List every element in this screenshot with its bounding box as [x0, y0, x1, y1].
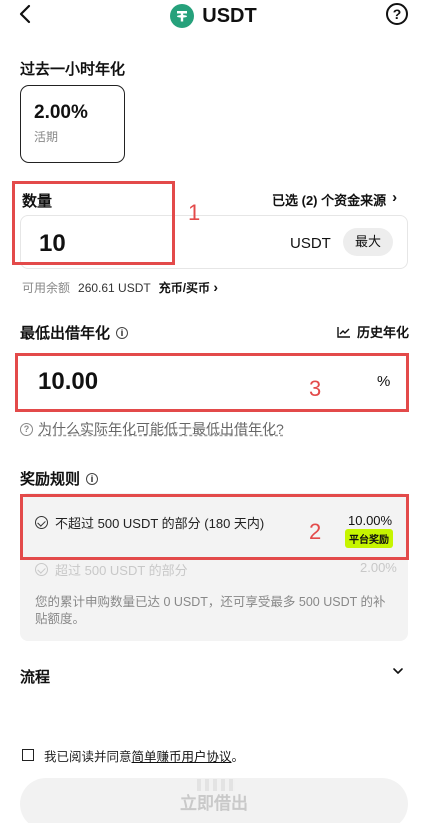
title-wrap: USDT [0, 2, 427, 30]
annotation-box-1 [12, 181, 175, 265]
agreement-link[interactable]: 简单赚币用户协议 [132, 750, 232, 764]
recharge-link[interactable]: 充币/买币 › [159, 279, 218, 296]
blurred-text [197, 779, 235, 791]
lend-now-label: 立即借出 [180, 794, 248, 813]
max-button[interactable]: 最大 [343, 228, 393, 256]
annotation-box-3 [15, 353, 409, 412]
info-icon[interactable]: i [116, 326, 129, 339]
apr-label: 过去一小时年化 [20, 61, 126, 78]
funding-sources-text: 已选 (2) 个资金来源 [272, 193, 387, 208]
balance-value: 260.61 USDT [78, 280, 151, 295]
header: USDT ? [0, 0, 427, 34]
balance-label: 可用余额 [22, 281, 71, 295]
trend-chart-icon [337, 326, 350, 338]
chevron-right-icon: › [392, 189, 398, 206]
apr-card-value: 2.00% [34, 102, 88, 123]
agreement-suffix: 。 [231, 750, 245, 764]
annotation-box-2 [20, 494, 409, 560]
check-circle-icon [35, 563, 48, 576]
why-rate-link[interactable]: ? 为什么实际年化可能低于最低出借年化? [20, 419, 284, 439]
agreement-text: 我已阅读并同意简单赚币用户协议。 [44, 746, 244, 765]
min-rate-label-row: 最低出借年化 i [20, 322, 129, 343]
history-rate-link[interactable]: 历史年化 [337, 322, 409, 341]
amount-unit: USDT [290, 235, 331, 252]
annotation-label-3: 3 [309, 376, 322, 401]
reward-label: 奖励规则 [20, 471, 81, 488]
question-circle-icon: ? [392, 6, 402, 22]
reward-note: 您的累计申购数量已达 0 USDT，还可享受最多 500 USDT 的补贴额度。 [35, 595, 386, 626]
funding-sources-link[interactable]: 已选 (2) 个资金来源 › [272, 190, 397, 209]
annotation-label-1: 1 [188, 200, 201, 225]
reward-rule-2: 超过 500 USDT 的部分 [35, 560, 188, 579]
info-icon[interactable]: i [86, 472, 99, 485]
balance-row: 可用余额 260.61 USDT 充币/买币 › [22, 279, 218, 296]
reward-rule-2-rate: 2.00% [360, 560, 397, 575]
reward-rule-2-text: 超过 500 USDT 的部分 [55, 563, 188, 578]
chevron-right-icon: › [213, 279, 219, 295]
help-button[interactable]: ? [386, 3, 408, 25]
min-rate-label: 最低出借年化 [20, 325, 111, 342]
question-circle-icon: ? [20, 422, 33, 436]
history-rate-text: 历史年化 [357, 325, 410, 340]
page-title: USDT [202, 4, 257, 27]
agreement-checkbox[interactable] [22, 749, 34, 761]
apr-card[interactable]: 2.00% 活期 [20, 85, 125, 163]
reward-label-row: 奖励规则 i [20, 468, 99, 489]
process-label: 流程 [20, 669, 51, 686]
tether-icon [170, 4, 195, 28]
process-expand-button[interactable]: ⌄ [392, 664, 404, 682]
recharge-text: 充币/买币 [158, 281, 211, 295]
apr-card-sub: 活期 [34, 130, 59, 144]
agreement-prefix: 我已阅读并同意 [44, 750, 132, 764]
why-rate-text: 为什么实际年化可能低于最低出借年化? [38, 421, 284, 437]
annotation-label-2: 2 [309, 519, 322, 544]
chevron-down-icon [393, 668, 403, 674]
